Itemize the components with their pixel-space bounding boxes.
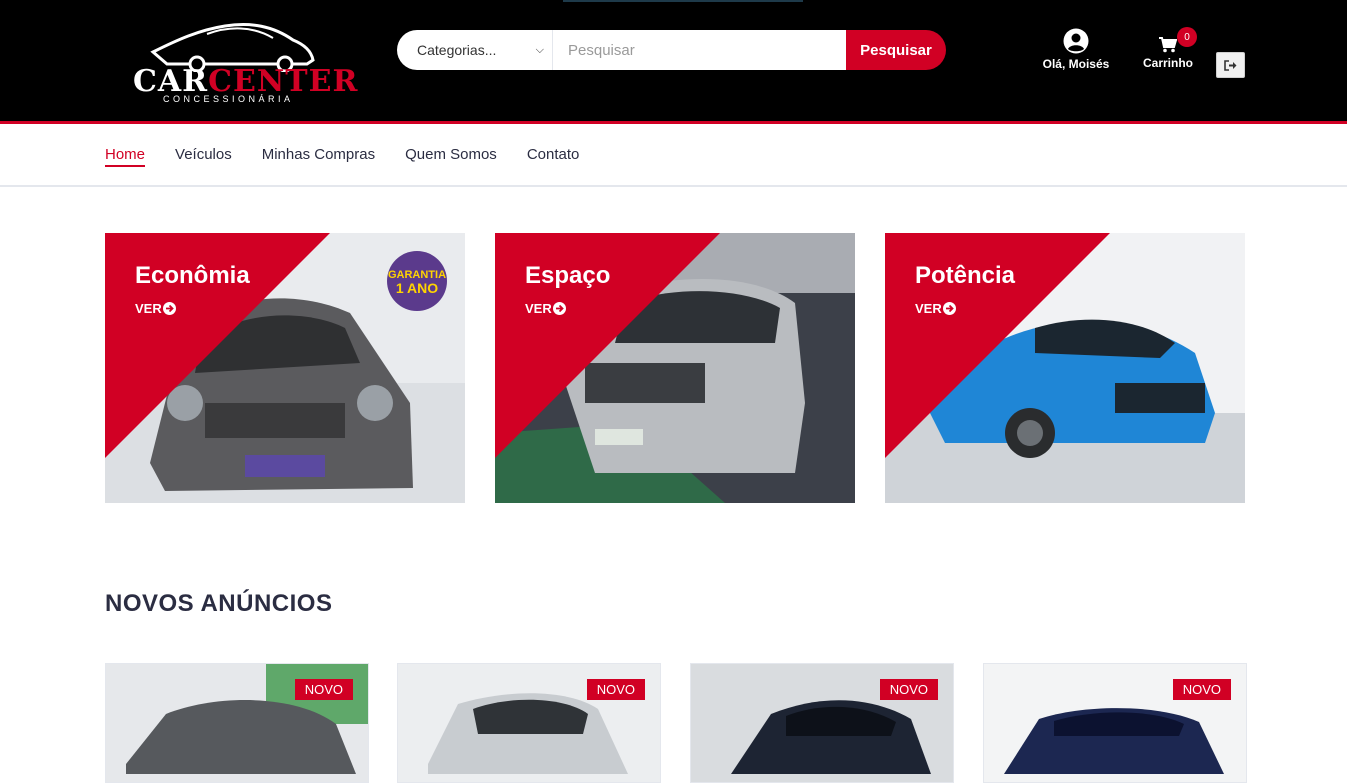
logo-subtitle: CONCESSIONÁRIA (163, 94, 294, 104)
user-circle-icon (1063, 28, 1089, 54)
nav-item-contato[interactable]: Contato (527, 146, 580, 167)
category-title: Potência (915, 262, 1016, 289)
category-select[interactable]: Categorias... ⌵ (397, 30, 553, 70)
account-label: Olá, Moisés (1042, 57, 1110, 71)
main-navigation: Home Veículos Minhas Compras Quem Somos … (0, 124, 1347, 187)
category-banner-potencia[interactable]: Potência VER (885, 233, 1245, 503)
arrow-circle-right-icon (162, 302, 176, 315)
cart-count-badge: 0 (1177, 27, 1197, 47)
new-badge: NOVO (294, 679, 353, 700)
category-cta[interactable]: VER (135, 301, 250, 316)
new-badge: NOVO (879, 679, 938, 700)
logout-button[interactable] (1216, 52, 1245, 78)
category-select-value: Categorias... (417, 42, 497, 58)
product-card[interactable]: NOVO (105, 663, 369, 783)
logo[interactable]: CARCENTER CONCESSIONÁRIA (133, 16, 357, 108)
top-strip (563, 0, 803, 2)
shopping-cart-icon (1159, 37, 1177, 53)
category-title: Econômia (135, 262, 250, 289)
category-cta[interactable]: VER (915, 301, 1015, 316)
category-cta[interactable]: VER (525, 301, 610, 316)
arrow-circle-right-icon (552, 302, 566, 315)
nav-item-veiculos[interactable]: Veículos (175, 146, 232, 167)
account-link[interactable]: Olá, Moisés (1036, 28, 1116, 71)
cart-label: Carrinho (1142, 56, 1193, 70)
section-title: NOVOS ANÚNCIOS (105, 590, 333, 617)
header: CARCENTER CONCESSIONÁRIA Categorias... ⌵… (0, 0, 1347, 124)
product-card[interactable]: NOVO (397, 663, 661, 783)
nav-item-home[interactable]: Home (105, 146, 146, 167)
category-banner-economia[interactable]: GARANTIA 1 ANO Econômia VER (105, 233, 465, 503)
chevron-down-icon: ⌵ (535, 43, 544, 56)
category-banner-espaco[interactable]: Espaço VER (495, 233, 855, 503)
search-bar: Categorias... ⌵ Pesquisar Pesquisar (397, 30, 946, 70)
arrow-circle-right-icon (942, 302, 956, 315)
nav-item-quem-somos[interactable]: Quem Somos (405, 146, 497, 167)
search-input[interactable]: Pesquisar (553, 30, 846, 70)
search-button[interactable]: Pesquisar (846, 30, 946, 70)
product-card[interactable]: NOVO (690, 663, 954, 783)
new-badge: NOVO (586, 679, 645, 700)
new-badge: NOVO (1172, 679, 1231, 700)
category-title: Espaço (525, 262, 611, 289)
nav-item-minhas-compras[interactable]: Minhas Compras (262, 146, 375, 167)
cart-link[interactable]: Carrinho 0 (1136, 27, 1200, 70)
sign-out-icon (1224, 59, 1237, 71)
product-card[interactable]: NOVO (983, 663, 1247, 783)
svg-text:1 ANO: 1 ANO (396, 280, 438, 296)
